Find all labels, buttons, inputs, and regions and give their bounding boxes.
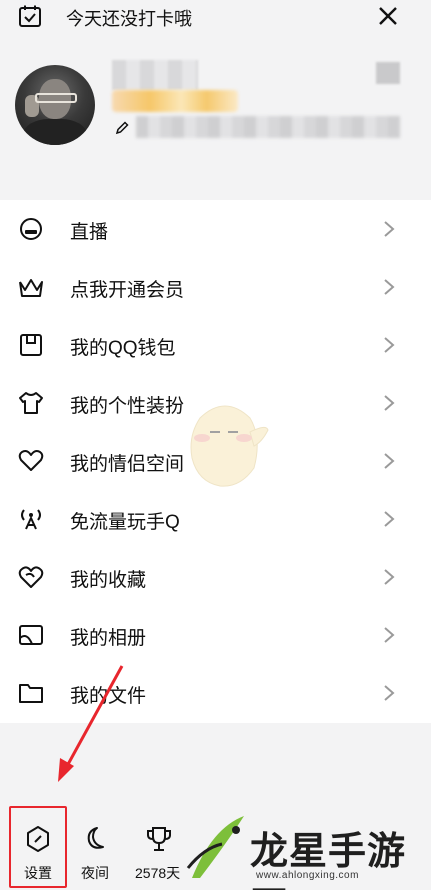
heart-icon — [18, 450, 44, 471]
vip-badges-redacted[interactable] — [112, 90, 238, 112]
settings-highlight-box — [9, 806, 67, 888]
menu-item-wallet[interactable]: 我的QQ钱包 — [0, 316, 431, 374]
chevron-right-icon — [384, 569, 395, 585]
live-icon — [20, 218, 42, 240]
favorites-icon — [18, 566, 44, 588]
nickname-redacted — [112, 60, 198, 90]
chevron-right-icon — [384, 511, 395, 527]
watermark-mascot — [190, 405, 269, 487]
avatar-figure-body — [23, 119, 87, 145]
avatar[interactable] — [15, 65, 95, 145]
chevron-right-icon — [384, 221, 395, 237]
close-icon[interactable] — [376, 4, 400, 28]
site-watermark: 龙星手游网 www.ahlongxing.com — [182, 808, 431, 890]
menu-item-label: 点我开通会员 — [70, 280, 185, 301]
chevron-right-icon — [384, 395, 395, 411]
photo-album-icon — [19, 625, 43, 645]
top-bar: 今天还没打卡哦 — [0, 0, 431, 34]
avatar-figure-glasses — [35, 93, 77, 103]
trophy-icon — [147, 827, 171, 851]
menu-item-album[interactable]: 我的相册 — [0, 606, 431, 664]
menu-item-label: 我的QQ钱包 — [70, 338, 176, 359]
menu-item-vip[interactable]: 点我开通会员 — [0, 258, 431, 316]
profile-section[interactable] — [0, 50, 431, 160]
chevron-right-icon — [384, 337, 395, 353]
menu-item-label: 我的相册 — [70, 628, 147, 649]
shirt-icon — [19, 392, 43, 414]
chevron-right-icon — [384, 685, 395, 701]
pencil-icon[interactable] — [114, 120, 130, 136]
crown-icon — [19, 279, 43, 297]
calendar-check-icon[interactable] — [18, 4, 42, 28]
signal-tower-icon — [21, 509, 41, 530]
menu-item-label: 我的收藏 — [70, 570, 147, 591]
menu-item-favorites[interactable]: 我的收藏 — [0, 548, 431, 606]
menu-item-label: 我的情侣空间 — [70, 454, 185, 475]
menu-item-label: 免流量玩手Q — [70, 512, 180, 533]
chevron-right-icon — [384, 453, 395, 469]
chevron-right-icon — [384, 279, 395, 295]
annotation-arrow — [58, 665, 124, 782]
night-mode-button[interactable]: 夜间 — [66, 805, 124, 885]
signature-redacted[interactable] — [136, 116, 400, 138]
menu-item-label: 我的个性装扮 — [70, 396, 185, 417]
menu-item-free-data[interactable]: 免流量玩手Q — [0, 490, 431, 548]
wallet-icon — [20, 334, 42, 356]
checkin-prompt[interactable]: 今天还没打卡哦 — [66, 5, 192, 31]
moon-icon — [87, 827, 104, 849]
watermark-url: www.ahlongxing.com — [256, 870, 359, 881]
watermark-logo-icon — [186, 816, 244, 878]
qr-code-redacted[interactable] — [376, 62, 400, 84]
chevron-right-icon — [384, 627, 395, 643]
night-mode-label: 夜间 — [81, 865, 109, 881]
menu-item-label: 直播 — [70, 222, 109, 243]
menu-item-live[interactable]: 直播 — [0, 200, 431, 258]
folder-icon — [19, 684, 43, 703]
